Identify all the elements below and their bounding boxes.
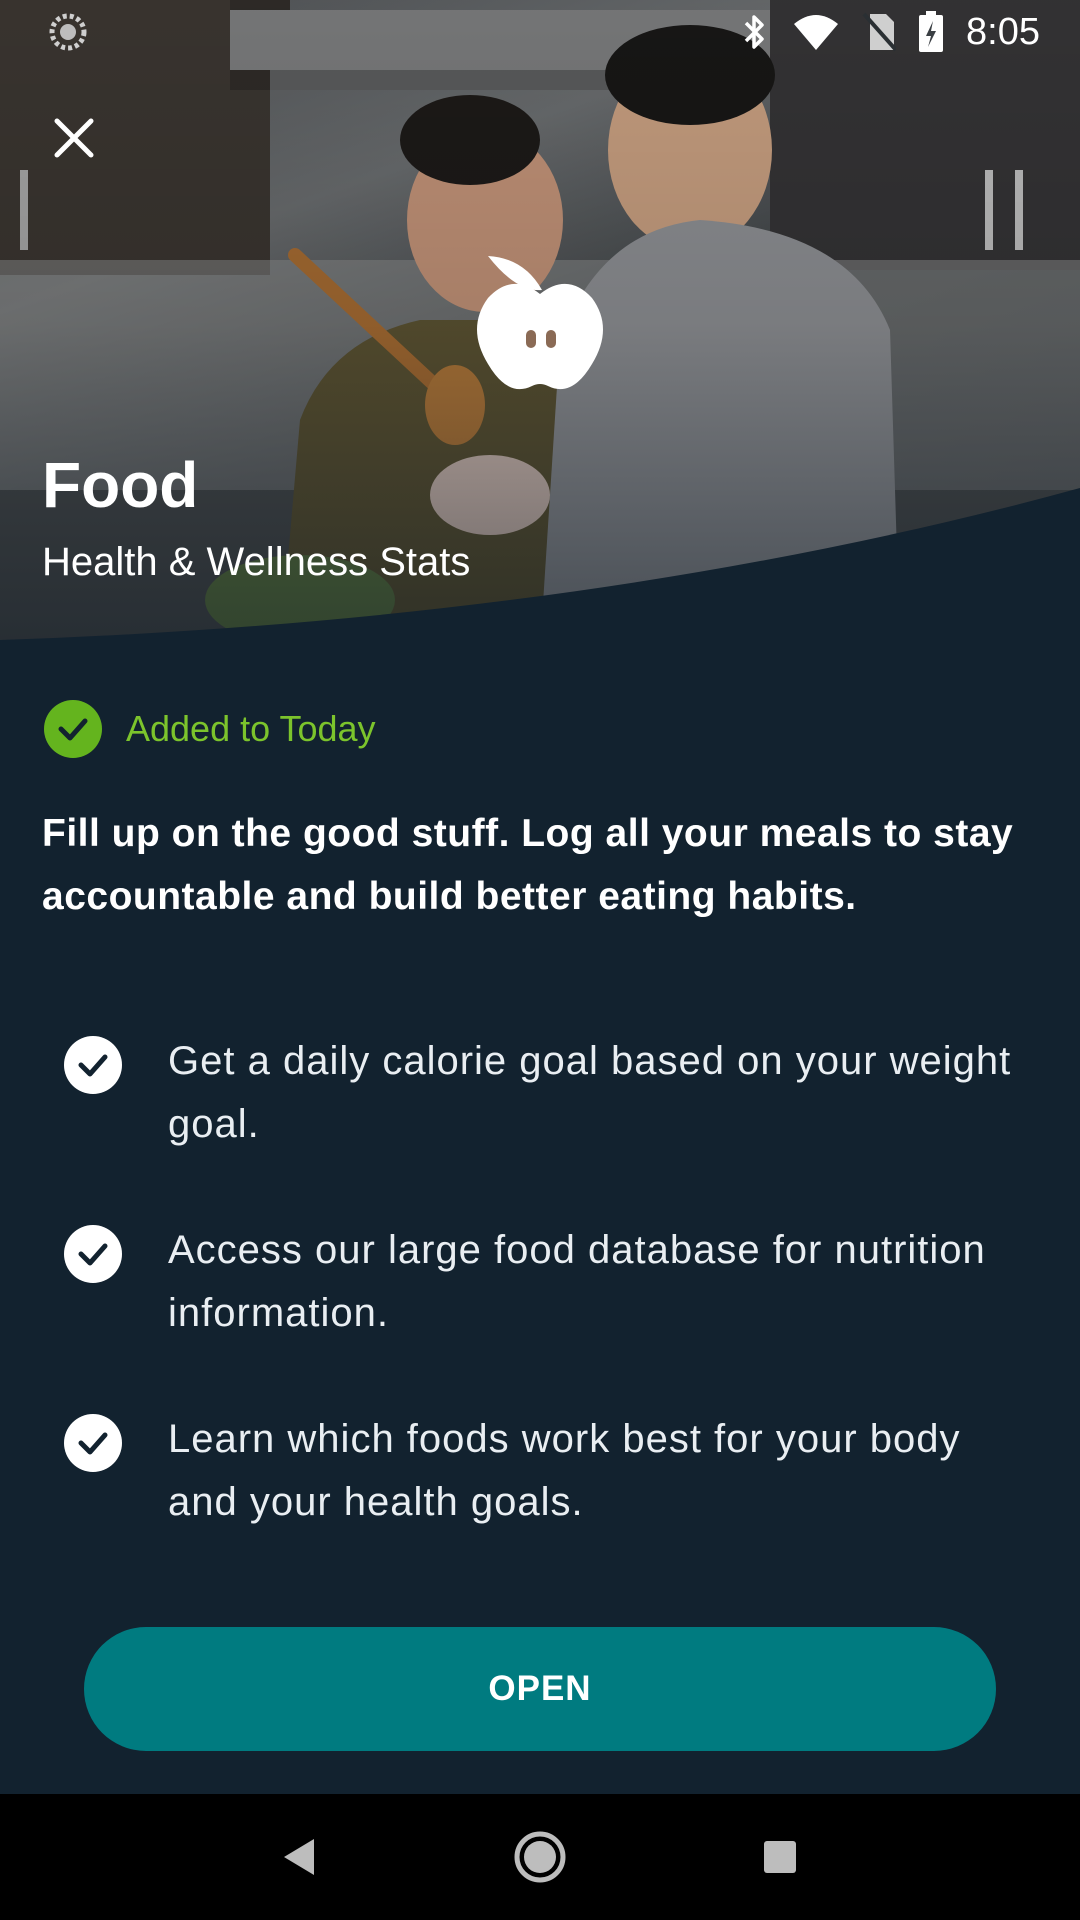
added-status-label: Added to Today (126, 708, 376, 749)
check-icon (64, 1414, 122, 1472)
back-icon (284, 1839, 314, 1875)
home-button[interactable] (505, 1822, 575, 1892)
list-item: Get a daily calorie goal based on your w… (64, 1030, 1024, 1156)
page-subtitle: Health & Wellness Stats (42, 540, 471, 584)
check-icon (64, 1225, 122, 1283)
status-time: 8:05 (966, 10, 1040, 53)
close-icon (54, 118, 94, 158)
page-title: Food (42, 449, 199, 521)
recents-button[interactable] (745, 1822, 815, 1892)
benefit-text: Learn which foods work best for your bod… (168, 1417, 961, 1524)
benefit-text: Access our large food database for nutri… (168, 1228, 986, 1335)
status-bar: 8:05 (0, 0, 1080, 64)
recents-icon (764, 1841, 796, 1873)
open-button[interactable]: OPEN (84, 1627, 996, 1751)
check-icon (64, 1036, 122, 1094)
battery-icon (919, 11, 944, 52)
no-sim-icon (862, 12, 897, 52)
navigation-bar (0, 1794, 1080, 1920)
back-button[interactable] (265, 1822, 335, 1892)
home-icon (514, 1831, 566, 1883)
headline: Fill up on the good stuff. Log all your … (42, 812, 1014, 918)
list-item: Learn which foods work best for your bod… (64, 1408, 1024, 1534)
list-item: Access our large food database for nutri… (64, 1219, 1024, 1345)
added-status: Added to Today (44, 700, 376, 758)
benefit-list: Get a daily calorie goal based on your w… (64, 1030, 1024, 1597)
loading-spinner-icon (49, 13, 87, 51)
benefit-text: Get a daily calorie goal based on your w… (168, 1039, 1012, 1146)
close-button[interactable] (44, 108, 104, 168)
wifi-icon (794, 15, 839, 50)
check-circle-icon (44, 700, 102, 758)
apple-icon (477, 256, 603, 390)
bluetooth-icon (744, 15, 764, 49)
